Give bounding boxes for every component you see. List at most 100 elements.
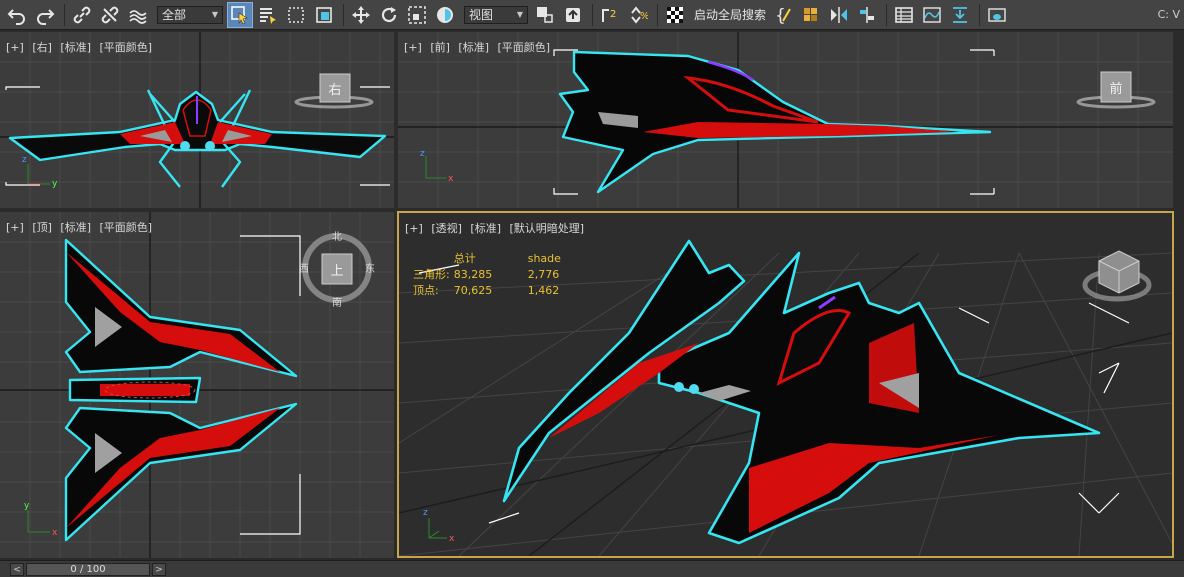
curve-editor-button[interactable] bbox=[919, 2, 945, 28]
axis-y-label: y bbox=[52, 179, 58, 189]
stats-header-total: 总计 bbox=[453, 252, 476, 265]
stats-total: 83,285 bbox=[453, 268, 493, 281]
viewport-menu-plus[interactable]: [+] bbox=[6, 41, 24, 54]
auto-search-label[interactable]: 启动全局搜索 bbox=[694, 6, 766, 23]
chevron-down-icon: ▼ bbox=[211, 10, 218, 19]
toolbar-separator bbox=[343, 3, 344, 26]
bind-spacewarp-button[interactable] bbox=[125, 2, 151, 28]
viewport-top[interactable]: [+] [顶] [标准] [平面颜色] 上 北 南 东 西 y x bbox=[0, 212, 394, 558]
viewport-perspective[interactable]: [+] [透视] [标准] [默认明暗处理] 总计 shade 三角形: 83,… bbox=[397, 211, 1174, 558]
main-toolbar: 全部 ▼ 视图 ▼ 2 % 启动全局搜索 bbox=[0, 0, 1184, 30]
select-object-button[interactable] bbox=[227, 1, 253, 28]
snap-icon: 2 bbox=[602, 8, 616, 22]
compass-east[interactable]: 东 bbox=[365, 262, 375, 275]
viewport-shading[interactable]: [平面颜色] bbox=[100, 221, 153, 234]
toolbar-separator bbox=[64, 3, 65, 26]
viewport-front[interactable]: [+] [前] [标准] [平面颜色] 前 z x bbox=[398, 32, 1173, 208]
select-manipulate-button[interactable] bbox=[560, 2, 586, 28]
selection-filter-dropdown[interactable]: 全部 ▼ bbox=[157, 5, 223, 24]
curly-brace-icon: { bbox=[775, 6, 791, 25]
viewcube-face-right[interactable]: 右 bbox=[328, 83, 341, 98]
link-button[interactable] bbox=[69, 2, 95, 28]
global-search-button[interactable] bbox=[662, 2, 688, 28]
chevron-down-icon: ▼ bbox=[516, 10, 523, 19]
svg-text:%: % bbox=[640, 11, 648, 22]
viewcube-face-front[interactable]: 前 bbox=[1109, 81, 1122, 97]
viewport-quality[interactable]: [标准] bbox=[470, 222, 501, 235]
mirror-icon bbox=[831, 6, 848, 23]
rotate-button[interactable] bbox=[376, 2, 402, 28]
viewport-shading[interactable]: [平面颜色] bbox=[498, 41, 551, 54]
compass-north[interactable]: 北 bbox=[332, 231, 342, 243]
viewport-point-of-view[interactable]: [右] bbox=[32, 41, 52, 54]
viewport-front-canvas: 前 z x bbox=[398, 32, 1173, 208]
viewcube-face-top[interactable]: 上 bbox=[330, 264, 343, 279]
dope-sheet-button[interactable] bbox=[947, 2, 973, 28]
stats-label: 顶点: bbox=[413, 284, 439, 297]
viewport-perspective-label[interactable]: [+] [透视] [标准] [默认明暗处理] bbox=[405, 220, 589, 236]
scale-button[interactable] bbox=[404, 2, 430, 28]
compass-south[interactable]: 南 bbox=[332, 296, 342, 309]
undo-button[interactable] bbox=[4, 2, 30, 28]
unlink-icon bbox=[101, 6, 119, 23]
placement-icon bbox=[437, 6, 453, 23]
viewport-quality[interactable]: [标准] bbox=[60, 221, 91, 234]
curve-editor-icon bbox=[923, 6, 941, 23]
redo-icon bbox=[37, 8, 55, 25]
select-cursor-icon bbox=[231, 5, 248, 24]
align-button[interactable] bbox=[854, 2, 880, 28]
rect-region-icon bbox=[288, 6, 304, 23]
next-frame-button[interactable]: > bbox=[152, 563, 166, 576]
compass-west[interactable]: 西 bbox=[299, 264, 309, 275]
rotate-icon bbox=[381, 6, 397, 22]
viewport-quality[interactable]: [标准] bbox=[458, 41, 489, 54]
stats-total: 70,625 bbox=[453, 284, 493, 297]
viewport-right-label[interactable]: [+] [右] [标准] [平面颜色] bbox=[6, 39, 157, 55]
spinner-snap-button[interactable]: % bbox=[625, 2, 651, 28]
viewport-point-of-view[interactable]: [顶] bbox=[32, 221, 52, 234]
viewport-right[interactable]: [+] [右] [标准] [平面颜色] 右 z y bbox=[0, 32, 394, 208]
curly-snap-button[interactable]: { bbox=[770, 2, 796, 28]
viewport-menu-plus[interactable]: [+] bbox=[404, 41, 422, 54]
manipulate-icon bbox=[566, 7, 580, 22]
prev-frame-button[interactable]: < bbox=[10, 563, 24, 576]
move-button[interactable] bbox=[348, 2, 374, 28]
viewport-shading[interactable]: [平面颜色] bbox=[100, 41, 153, 54]
stats-header-shade: shade bbox=[527, 252, 561, 265]
axis-z-label: z bbox=[22, 155, 27, 165]
scale-icon bbox=[408, 5, 426, 24]
toolbar-separator bbox=[979, 3, 981, 26]
time-slider[interactable]: 0 / 100 bbox=[26, 563, 150, 576]
select-by-name-button[interactable] bbox=[255, 2, 281, 28]
physx-button[interactable] bbox=[798, 2, 824, 28]
stats-shade: 2,776 bbox=[527, 268, 560, 281]
render-setup-button[interactable] bbox=[984, 2, 1010, 28]
viewport-right-canvas: 右 z y bbox=[0, 32, 394, 208]
viewport-quality[interactable]: [标准] bbox=[60, 41, 91, 54]
viewport-shading[interactable]: [默认明暗处理] bbox=[510, 222, 585, 235]
placement-button[interactable] bbox=[432, 2, 458, 28]
scene-statistics: 总计 shade 三角形: 83,285 2,776 顶点: 70,625 1,… bbox=[413, 251, 565, 299]
viewport-top-label[interactable]: [+] [顶] [标准] [平面颜色] bbox=[6, 219, 157, 235]
viewport-point-of-view[interactable]: [前] bbox=[430, 41, 450, 54]
axis-x-label: x bbox=[52, 528, 58, 538]
unlink-button[interactable] bbox=[97, 2, 123, 28]
viewport-menu-plus[interactable]: [+] bbox=[405, 222, 423, 235]
axis-y-label: y bbox=[24, 501, 30, 511]
viewport-menu-plus[interactable]: [+] bbox=[6, 221, 24, 234]
axis-z-label: z bbox=[420, 149, 425, 159]
window-crossing-button[interactable] bbox=[311, 2, 337, 28]
align-icon bbox=[860, 6, 875, 23]
mirror-button[interactable] bbox=[826, 2, 852, 28]
viewport-top-canvas: 上 北 南 东 西 y x bbox=[0, 212, 394, 558]
pivot-center-button[interactable] bbox=[532, 2, 558, 28]
dope-sheet-icon bbox=[953, 6, 968, 23]
reference-coord-dropdown[interactable]: 视图 ▼ bbox=[464, 5, 528, 24]
scene-explorer-button[interactable] bbox=[891, 2, 917, 28]
viewport-point-of-view[interactable]: [透视] bbox=[431, 222, 462, 235]
viewport-front-label[interactable]: [+] [前] [标准] [平面颜色] bbox=[404, 39, 555, 55]
snap-toggle-button[interactable]: 2 bbox=[597, 2, 623, 28]
redo-button[interactable] bbox=[32, 2, 58, 28]
region-select-button[interactable] bbox=[283, 2, 309, 28]
axis-z-label: z bbox=[423, 508, 428, 518]
